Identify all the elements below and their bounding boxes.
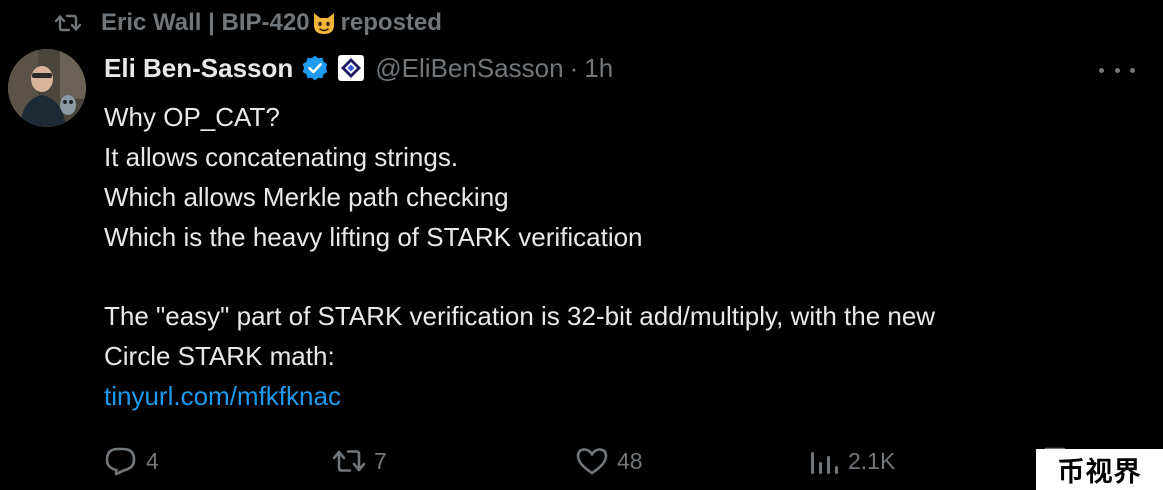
heart-icon	[575, 446, 609, 476]
repost-label: reposted	[340, 9, 442, 36]
tweet-line: The "easy" part of STARK verification is…	[104, 301, 936, 331]
reply-count: 4	[146, 447, 159, 474]
reply-icon	[104, 446, 138, 476]
affiliation-badge-icon[interactable]	[337, 54, 365, 82]
tweet-header: Eli Ben-Sasson @EliBenSasson · 1h	[104, 50, 613, 86]
author-display-name[interactable]: Eli Ben-Sasson	[104, 53, 293, 84]
repost-icon	[55, 13, 81, 33]
repost-user[interactable]: Eric Wall | BIP-420	[101, 9, 310, 37]
tweet-timestamp[interactable]: 1h	[584, 53, 613, 84]
tweet-line: Which is the heavy lifting of STARK veri…	[104, 222, 643, 252]
reply-button[interactable]: 4	[104, 440, 159, 482]
tweet-line: It allows concatenating strings.	[104, 142, 459, 172]
repost-context[interactable]: Eric Wall | BIP-420 reposted	[55, 6, 442, 40]
view-count: 2.1K	[848, 447, 896, 474]
more-options-icon[interactable]	[1099, 60, 1135, 80]
like-count: 48	[617, 447, 643, 474]
views-button[interactable]: 2.1K	[808, 440, 895, 482]
tweet-action-bar: 4 7 48 2.1K	[104, 440, 1163, 482]
watermark-logo: 币视界	[1036, 449, 1163, 490]
tweet-line: Which allows Merkle path checking	[104, 182, 509, 212]
author-handle[interactable]: @EliBenSasson	[375, 53, 563, 84]
tweet-link[interactable]: tinyurl.com/mfkfknac	[104, 376, 1144, 416]
like-button[interactable]: 48	[575, 440, 643, 482]
avatar[interactable]	[8, 49, 86, 127]
tweet-line: Why OP_CAT?	[104, 102, 280, 132]
header-separator: ·	[569, 52, 579, 83]
tweet-text: Why OP_CAT? It allows concatenating stri…	[104, 97, 1144, 416]
tweet-line: Circle STARK math:	[104, 341, 335, 371]
analytics-icon	[808, 446, 840, 476]
repost-button[interactable]: 7	[332, 440, 387, 482]
verified-badge-icon[interactable]	[301, 54, 329, 82]
cat-face-emoji-icon	[311, 10, 337, 36]
repost-count: 7	[374, 447, 387, 474]
repost-action-icon	[332, 447, 366, 475]
